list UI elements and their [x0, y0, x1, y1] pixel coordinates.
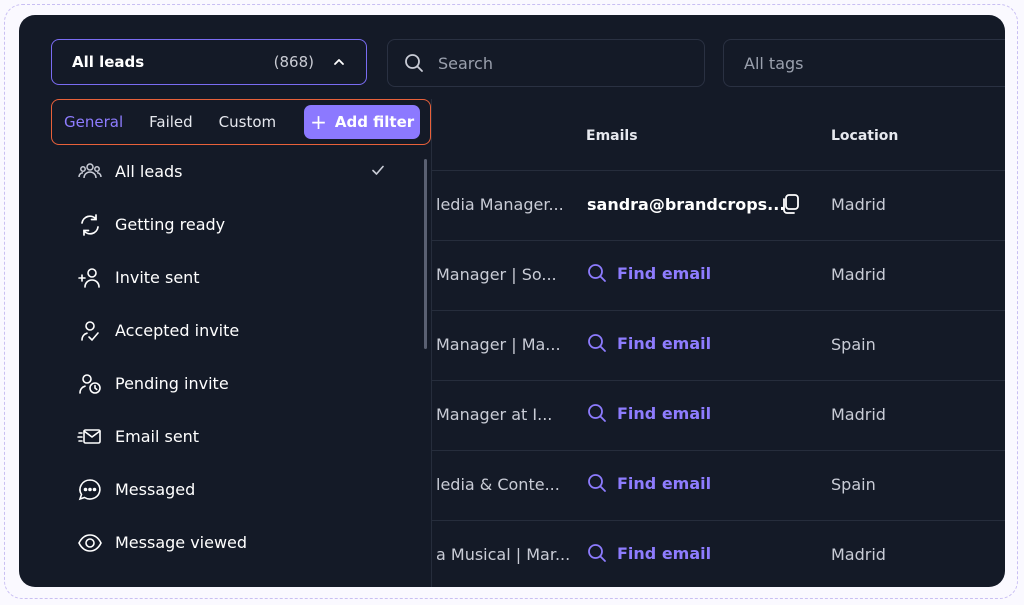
email-sent-icon [77, 428, 101, 444]
leads-dropdown-panel: General Failed Custom + Add filter All le… [51, 99, 432, 587]
add-filter-button[interactable]: + Add filter [304, 105, 421, 139]
search-icon [588, 404, 606, 422]
lead-location: Madrid [831, 195, 886, 214]
plus-icon: + [310, 110, 327, 134]
copy-icon[interactable] [780, 193, 802, 215]
lead-title: ledia & Conte... [436, 475, 560, 494]
lead-location: Madrid [831, 545, 886, 564]
menu-item-getting-ready[interactable]: Getting ready [51, 198, 427, 251]
table-row[interactable]: a Musical | Mar... Find email Madrid [430, 520, 1005, 587]
lead-count: (868) [273, 53, 314, 71]
menu-item-label: Messaged [115, 480, 196, 499]
find-email-link[interactable]: Find email [587, 473, 711, 493]
find-email-link[interactable]: Find email [587, 543, 711, 563]
menu-item-label: Message viewed [115, 533, 248, 552]
filter-tabs: General Failed Custom + Add filter [51, 99, 431, 145]
lead-location: Spain [831, 475, 876, 494]
status-list: All leads Getting ready Invite sent Acce… [51, 145, 427, 569]
menu-item-email-sent[interactable]: Email sent [51, 410, 427, 463]
search-icon [588, 334, 606, 352]
menu-item-label: Getting ready [115, 215, 226, 234]
find-email-label: Find email [617, 263, 712, 283]
lead-location: Spain [831, 335, 876, 354]
lead-filter-select[interactable]: All leads (868) [51, 39, 367, 85]
find-email-link[interactable]: Find email [587, 263, 711, 283]
lead-title: ledia Manager... [436, 195, 564, 214]
table-row[interactable]: ledia Manager... sandra@brandcrops... Ma… [430, 170, 1005, 241]
table-row[interactable]: ledia & Conte... Find email Spain [430, 450, 1005, 521]
tab-general[interactable]: General [64, 113, 123, 131]
header-location[interactable]: Location [831, 128, 898, 144]
search-input[interactable] [436, 52, 680, 74]
menu-item-message-viewed[interactable]: Message viewed [51, 516, 427, 569]
lead-email: sandra@brandcrops... [587, 195, 786, 214]
tab-failed[interactable]: Failed [149, 113, 193, 131]
refresh-icon [81, 213, 99, 236]
eye-icon [78, 533, 102, 552]
lead-title: Manager at I... [436, 405, 553, 424]
chat-bubble-icon [78, 478, 101, 500]
find-email-label: Find email [617, 543, 712, 563]
table-row[interactable]: Manager | So... Find email Madrid [430, 240, 1005, 311]
search-box[interactable] [387, 39, 705, 87]
menu-item-label: Pending invite [115, 374, 229, 393]
table-row[interactable]: Manager at I... Find email Madrid [430, 380, 1005, 451]
search-icon [588, 544, 606, 562]
lead-location: Madrid [831, 265, 886, 284]
find-email-label: Find email [617, 403, 712, 423]
add-filter-label: Add filter [334, 113, 415, 131]
tab-custom[interactable]: Custom [219, 113, 276, 131]
pending-invite-icon [79, 373, 101, 394]
lead-title: Manager | Ma... [436, 335, 561, 354]
checkmark-icon [372, 165, 384, 175]
lead-title: Manager | So... [436, 265, 557, 284]
scrollbar[interactable] [424, 159, 427, 349]
app-window: All leads (868) All tags Emails Location… [19, 15, 1005, 587]
add-user-icon [78, 267, 100, 288]
search-icon [405, 54, 423, 72]
find-email-link[interactable]: Find email [587, 403, 711, 423]
menu-item-pending-invite[interactable]: Pending invite [51, 357, 427, 410]
menu-item-label: Invite sent [115, 268, 200, 287]
table-row[interactable]: Manager | Ma... Find email Spain [430, 310, 1005, 381]
menu-item-label: Email sent [115, 427, 200, 446]
find-email-label: Find email [617, 473, 712, 493]
chevron-up-icon [334, 59, 344, 65]
menu-item-messaged[interactable]: Messaged [51, 463, 427, 516]
find-email-link[interactable]: Find email [587, 333, 711, 353]
tags-label: All tags [744, 53, 804, 73]
lead-title: a Musical | Mar... [436, 545, 571, 564]
find-email-label: Find email [617, 333, 712, 353]
menu-item-accepted-invite[interactable]: Accepted invite [51, 304, 427, 357]
search-icon [588, 264, 606, 282]
menu-item-label: Accepted invite [115, 321, 240, 340]
people-icon [78, 162, 102, 178]
menu-item-label: All leads [115, 162, 183, 181]
accepted-invite-icon [81, 320, 99, 341]
search-icon [588, 474, 606, 492]
lead-location: Madrid [831, 405, 886, 424]
menu-item-all-leads[interactable]: All leads [51, 145, 427, 198]
header-emails[interactable]: Emails [586, 128, 638, 144]
menu-item-invite-sent[interactable]: Invite sent [51, 251, 427, 304]
lead-filter-label: All leads [72, 53, 145, 71]
tags-select[interactable]: All tags [723, 39, 1005, 87]
